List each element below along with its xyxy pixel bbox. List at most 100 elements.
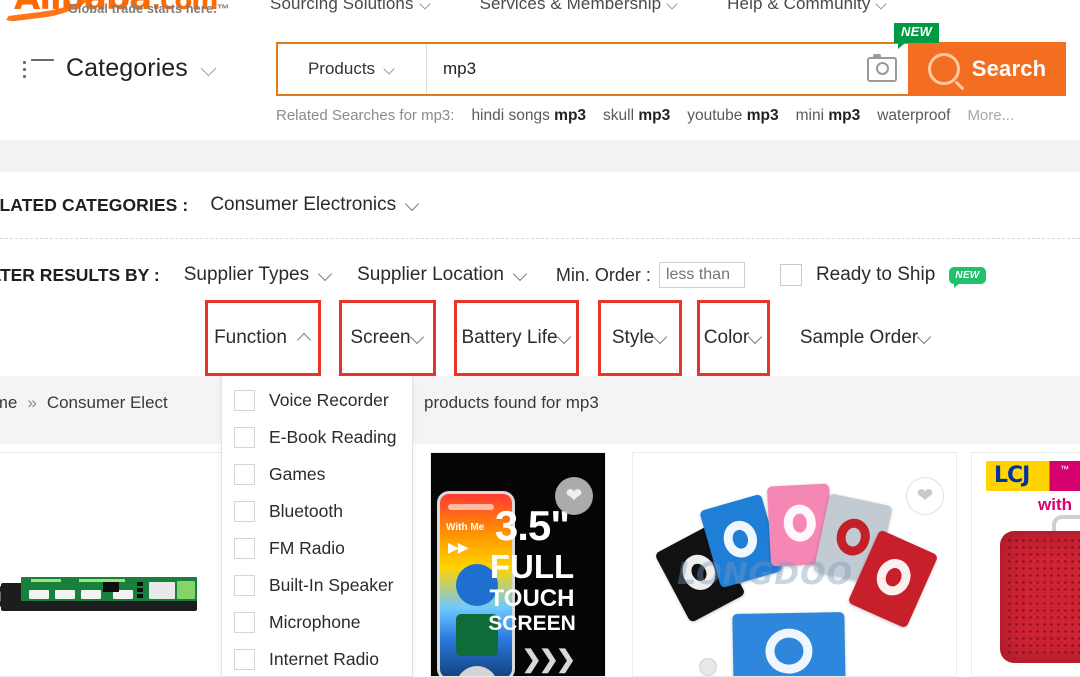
related-searches-more[interactable]: More... <box>967 107 1014 124</box>
chevron-down-icon <box>668 0 679 10</box>
chevron-down-icon <box>202 61 218 77</box>
product-image-decoder-board <box>0 453 221 676</box>
earbud <box>699 658 717 676</box>
nav-item-sourcing-solutions[interactable]: Sourcing Solutions <box>270 0 432 14</box>
breadcrumb: Home » Consumer Elect <box>0 393 168 413</box>
function-option-fm-radio[interactable]: FM Radio <box>222 530 412 567</box>
function-option-microphone[interactable]: Microphone <box>222 604 412 641</box>
favorite-button[interactable]: ❤ <box>906 477 944 515</box>
checkbox[interactable] <box>234 427 255 448</box>
min-order-input[interactable] <box>658 262 745 288</box>
filter-battery-life-button[interactable]: Battery Life <box>454 300 579 376</box>
heart-icon: ❤ <box>916 485 934 507</box>
search-category-label: Products <box>307 59 376 78</box>
search-button-label: Search <box>971 56 1047 81</box>
nav-item-services-membership[interactable]: Services & Membership <box>480 0 680 14</box>
option-label: E-Book Reading <box>269 427 397 447</box>
section-divider-band <box>0 140 1080 172</box>
option-label: Bluetooth <box>269 501 343 521</box>
filter-label: Color <box>703 327 750 348</box>
option-label: Internet Radio <box>269 649 379 669</box>
dashed-divider <box>0 238 1080 239</box>
new-badge: NEW <box>894 23 939 49</box>
search-input[interactable] <box>427 44 856 94</box>
function-option-voice-recorder[interactable]: Voice Recorder <box>222 382 412 419</box>
filter-supplier-location[interactable]: Supplier Location <box>357 264 528 286</box>
function-option-games[interactable]: Games <box>222 456 412 493</box>
function-option-built-in-speaker[interactable]: Built-In Speaker <box>222 567 412 604</box>
checkbox[interactable] <box>234 464 255 485</box>
filter-screen-button[interactable]: Screen <box>339 300 436 376</box>
logo-tagline: Global trade starts here.™ <box>68 2 230 16</box>
related-category-consumer-electronics[interactable]: Consumer Electronics <box>210 194 420 216</box>
related-searches: Related Searches for mp3: hindi songs mp… <box>276 107 1014 125</box>
option-label: Games <box>269 464 326 484</box>
related-categories-title: RELATED CATEGORIES : <box>0 194 189 215</box>
filter-sample-order-button[interactable]: Sample Order <box>786 300 946 376</box>
product-card[interactable]: With Me ▶▶ 3.5" FULL TOUCH SCREEN ❯❯❯ ❤ <box>430 452 606 677</box>
watermark-text: LONGDOO <box>677 557 854 592</box>
filter-label: Sample Order <box>799 327 919 348</box>
product-card[interactable]: LCJ ™ with <box>971 452 1080 677</box>
search-category-selector[interactable]: Products <box>278 44 427 94</box>
option-label: Microphone <box>269 612 361 632</box>
ready-to-ship-checkbox[interactable] <box>779 264 802 286</box>
filter-label: Supplier Location <box>357 264 504 285</box>
chevron-up-icon <box>298 331 312 345</box>
chevron-down-icon <box>654 331 668 345</box>
related-search-item[interactable]: mini mp3 <box>796 107 861 125</box>
filter-results-row: FILTER RESULTS BY : Supplier Types Suppl… <box>0 252 1080 298</box>
lcj-with-text: with <box>1038 495 1072 514</box>
pcb-board <box>21 577 197 601</box>
checkbox[interactable] <box>234 538 255 559</box>
filter-label: Function <box>214 327 287 348</box>
alibaba-logo[interactable]: Alibaba.com Global trade starts here.™ <box>0 0 250 23</box>
product-card[interactable] <box>0 452 222 677</box>
related-search-item[interactable]: youtube mp3 <box>687 107 778 125</box>
chevron-down-icon <box>385 64 396 75</box>
function-option-ebook-reading[interactable]: E-Book Reading <box>222 419 412 456</box>
lcj-brand-logo: LCJ ™ <box>986 461 1080 491</box>
breadcrumb-current[interactable]: Consumer Elect <box>47 393 168 413</box>
filter-style-button[interactable]: Style <box>598 300 682 376</box>
checkbox[interactable] <box>234 501 255 522</box>
breadcrumb-home[interactable]: Home <box>0 393 17 413</box>
promo-line-touch: TOUCH <box>489 585 575 612</box>
nav-label: Help & Community <box>727 0 871 13</box>
promo-line-full: FULL <box>489 548 575 585</box>
search-icon <box>927 53 960 85</box>
checkbox[interactable] <box>234 575 255 596</box>
nav-item-help-community[interactable]: Help & Community <box>727 0 888 14</box>
chevron-down-icon <box>877 0 888 10</box>
function-option-internet-radio[interactable]: Internet Radio <box>222 641 412 677</box>
rs-prefix: mini <box>795 107 829 124</box>
filter-color-button[interactable]: Color <box>697 300 770 376</box>
chevron-down-icon <box>514 268 528 282</box>
ready-to-ship-filter[interactable]: Ready to Ship NEW <box>779 264 986 288</box>
image-search-button[interactable]: NEW <box>856 23 939 94</box>
categories-menu-button[interactable]: Categories <box>22 54 218 83</box>
checkbox[interactable] <box>234 612 255 633</box>
camera-icon <box>867 53 897 82</box>
favorite-button[interactable]: ❤ <box>555 477 593 515</box>
chevron-down-icon <box>406 198 420 212</box>
search-button[interactable]: Search <box>908 42 1066 96</box>
search-results-page: Sourcing Solutions Services & Membership… <box>0 0 1080 677</box>
related-search-item[interactable]: hindi songs mp3 <box>471 107 586 125</box>
speaker-body <box>1000 531 1080 663</box>
product-card[interactable]: LONGDOO ❤ <box>632 452 957 677</box>
checkbox[interactable] <box>234 649 255 670</box>
checkbox[interactable] <box>234 390 255 411</box>
promo-text-block: 3.5" FULL TOUCH SCREEN <box>473 505 591 635</box>
filter-function-button[interactable]: Function <box>205 300 321 376</box>
chevron-down-icon <box>749 331 763 345</box>
related-search-item[interactable]: waterproof <box>877 107 950 125</box>
function-option-bluetooth[interactable]: Bluetooth <box>222 493 412 530</box>
rs-prefix: waterproof <box>877 107 951 124</box>
filter-supplier-types[interactable]: Supplier Types <box>184 264 333 286</box>
clip-mp3-blue-large <box>732 612 846 676</box>
related-search-item[interactable]: skull mp3 <box>603 107 670 125</box>
related-searches-label: Related Searches for mp3: <box>276 107 455 124</box>
ready-to-ship-label: Ready to Ship <box>815 264 936 285</box>
new-badge: NEW <box>949 266 986 288</box>
